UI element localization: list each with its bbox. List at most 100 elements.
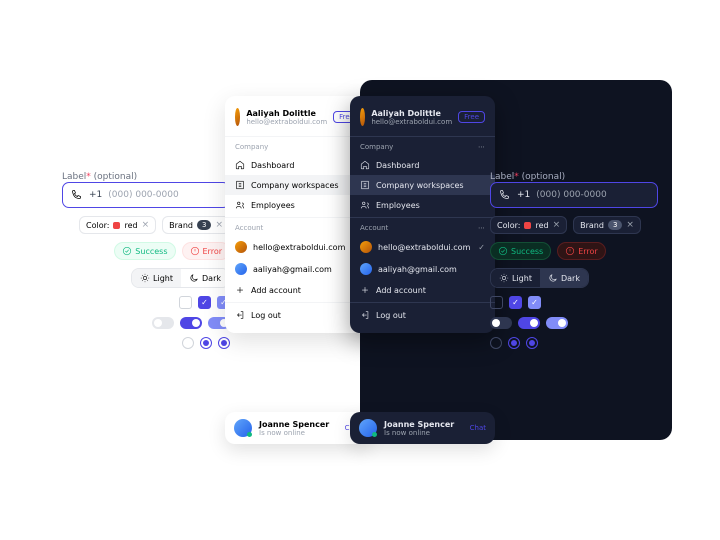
chip-brand[interactable]: Brand3× <box>162 216 230 234</box>
menu-account-2[interactable]: aaliyah@gmail.com <box>225 258 370 280</box>
alert-circle-icon <box>565 246 575 256</box>
toggle[interactable] <box>152 317 174 329</box>
toggle-on[interactable] <box>518 317 540 329</box>
menu-account-1[interactable]: hello@extraboldui.com✓ <box>225 236 370 258</box>
logout-icon <box>360 310 370 320</box>
online-indicator <box>247 432 252 437</box>
online-indicator <box>372 432 377 437</box>
close-icon[interactable]: × <box>626 220 634 230</box>
toast-name: Joanne Spencer <box>259 420 329 429</box>
toggle-row <box>152 317 230 329</box>
building-icon <box>360 180 370 190</box>
menu-account-1[interactable]: hello@extraboldui.com✓ <box>350 236 495 258</box>
moon-icon <box>189 273 199 283</box>
checkbox-alt[interactable] <box>528 296 541 309</box>
menu-workspaces[interactable]: Company workspaces <box>350 175 495 195</box>
plus-icon <box>235 285 245 295</box>
theme-dark-button[interactable]: Dark <box>540 269 588 287</box>
moon-icon <box>548 273 558 283</box>
theme-light-button[interactable]: Light <box>132 269 181 287</box>
menu-header: Aaliyah Dolittle hello@extraboldui.com F… <box>350 104 495 134</box>
radio[interactable] <box>182 337 194 349</box>
toggle-alt[interactable] <box>546 317 568 329</box>
light-panel: Label* (optional) +1 (000) 000-0000 Colo… <box>48 80 360 440</box>
input-prefix: +1 <box>89 190 102 200</box>
close-icon[interactable]: × <box>553 220 561 230</box>
chip-brand[interactable]: Brand3× <box>573 216 641 234</box>
radio-row <box>182 337 230 349</box>
theme-light-button[interactable]: Light <box>491 269 540 287</box>
phone-icon <box>499 189 511 201</box>
menu-user-email: hello@extraboldui.com <box>371 118 452 126</box>
close-icon[interactable]: × <box>215 220 223 230</box>
logout-icon <box>235 310 245 320</box>
more-icon[interactable]: ⋯ <box>478 224 485 232</box>
swatch-red <box>113 222 120 229</box>
menu-employees[interactable]: Employees <box>225 195 370 215</box>
close-icon[interactable]: × <box>142 220 150 230</box>
toast-name: Joanne Spencer <box>384 420 454 429</box>
radio-on[interactable] <box>200 337 212 349</box>
more-icon[interactable]: ⋯ <box>478 143 485 151</box>
alert-circle-icon <box>190 246 200 256</box>
theme-toggle: Light Dark <box>490 268 589 288</box>
toggle[interactable] <box>490 317 512 329</box>
menu-logout[interactable]: Log out <box>350 305 495 325</box>
phone-icon <box>71 189 83 201</box>
users-icon <box>235 200 245 210</box>
toggle-row <box>490 317 568 329</box>
checkbox[interactable] <box>490 296 503 309</box>
checkbox-row <box>179 296 230 309</box>
menu-add-account[interactable]: Add account <box>225 280 370 300</box>
phone-input[interactable]: +1 (000) 000-0000 <box>490 182 658 208</box>
radio-on-2[interactable] <box>526 337 538 349</box>
avatar <box>360 108 365 126</box>
check-icon: ✓ <box>478 243 485 252</box>
chip-color[interactable]: Color:red× <box>490 216 567 234</box>
online-toast[interactable]: Joanne Spencer Is now online Chat <box>350 412 495 444</box>
controls-column: Label* (optional) +1 (000) 000-0000 Colo… <box>62 172 230 349</box>
avatar <box>360 241 372 253</box>
phone-input[interactable]: +1 (000) 000-0000 <box>62 182 230 208</box>
online-toast[interactable]: Joanne Spencer Is now online Chat <box>225 412 370 444</box>
section-account: Account⋯ <box>350 220 495 236</box>
input-label: Label* (optional) <box>490 172 658 182</box>
input-group: Label* (optional) +1 (000) 000-0000 <box>490 172 658 208</box>
radio-on[interactable] <box>508 337 520 349</box>
home-icon <box>235 160 245 170</box>
controls-column: Label* (optional) +1 (000) 000-0000 Colo… <box>490 172 658 349</box>
plus-icon <box>360 285 370 295</box>
sun-icon <box>499 273 509 283</box>
input-placeholder: (000) 000-0000 <box>108 190 178 200</box>
input-prefix: +1 <box>517 190 530 200</box>
toggle-on[interactable] <box>180 317 202 329</box>
menu-dashboard[interactable]: Dashboard <box>225 155 370 175</box>
chip-color[interactable]: Color:red× <box>79 216 156 234</box>
radio[interactable] <box>490 337 502 349</box>
dark-panel: Aaliyah Dolittle hello@extraboldui.com F… <box>360 80 672 440</box>
menu-logout[interactable]: Log out <box>225 305 370 325</box>
status-success: Success <box>490 242 551 260</box>
section-account: Account⋯ <box>225 220 370 236</box>
status-error: Error <box>182 242 231 260</box>
avatar <box>235 241 247 253</box>
swatch-red <box>524 222 531 229</box>
radio-on-2[interactable] <box>218 337 230 349</box>
checkbox-checked[interactable] <box>509 296 522 309</box>
menu-user-name: Aaliyah Dolittle <box>246 109 327 118</box>
menu-workspaces[interactable]: Company workspaces <box>225 175 370 195</box>
checkbox[interactable] <box>179 296 192 309</box>
status-row: Success Error <box>490 242 606 260</box>
toast-chat-button[interactable]: Chat <box>470 424 486 432</box>
section-company: Company⋯ <box>225 139 370 155</box>
menu-dashboard[interactable]: Dashboard <box>350 155 495 175</box>
menu-account-2[interactable]: aaliyah@gmail.com <box>350 258 495 280</box>
avatar <box>235 263 247 275</box>
theme-dark-button[interactable]: Dark <box>181 269 229 287</box>
menu-employees[interactable]: Employees <box>350 195 495 215</box>
checkbox-checked[interactable] <box>198 296 211 309</box>
menu-add-account[interactable]: Add account <box>350 280 495 300</box>
home-icon <box>360 160 370 170</box>
status-success: Success <box>114 242 175 260</box>
user-menu: Aaliyah Dolittle hello@extraboldui.com F… <box>350 96 495 333</box>
